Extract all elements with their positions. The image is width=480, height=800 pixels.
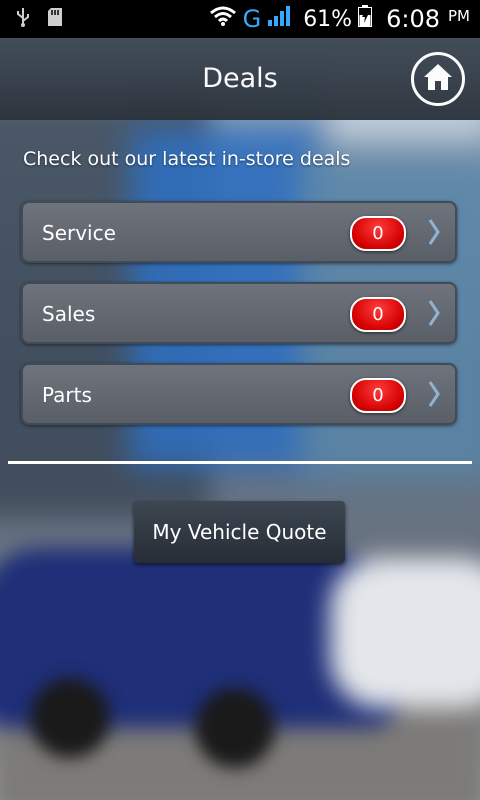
clock-ampm: PM [448, 7, 470, 25]
signal-icon [267, 5, 291, 33]
battery-charging-icon [358, 5, 373, 33]
chevron-right-icon [427, 298, 441, 332]
home-button[interactable] [411, 52, 465, 106]
chevron-right-icon [427, 379, 441, 413]
home-icon [422, 62, 454, 96]
sd-card-icon [48, 7, 62, 31]
divider [8, 461, 472, 464]
deal-count-badge: 0 [350, 216, 406, 251]
deal-label: Sales [42, 302, 96, 326]
deal-item-sales[interactable]: Sales 0 [21, 282, 457, 344]
deal-label: Parts [42, 383, 92, 407]
deals-subtitle: Check out our latest in-store deals [23, 148, 351, 170]
my-vehicle-quote-button[interactable]: My Vehicle Quote [134, 501, 345, 563]
deal-label: Service [42, 221, 116, 245]
wifi-icon [209, 6, 237, 32]
deal-item-service[interactable]: Service 0 [21, 201, 457, 263]
network-type: G [242, 5, 262, 33]
page-title: Deals [202, 63, 278, 94]
status-bar: G 61% 6:08 PM [0, 0, 480, 38]
clock: 6:08 [386, 5, 440, 33]
deal-count-badge: 0 [350, 378, 406, 413]
deal-item-parts[interactable]: Parts 0 [21, 363, 457, 425]
usb-icon [16, 7, 30, 32]
app-header: Deals [0, 38, 480, 120]
chevron-right-icon [427, 217, 441, 251]
battery-percent: 61% [303, 6, 353, 32]
deal-count-badge: 0 [350, 297, 406, 332]
